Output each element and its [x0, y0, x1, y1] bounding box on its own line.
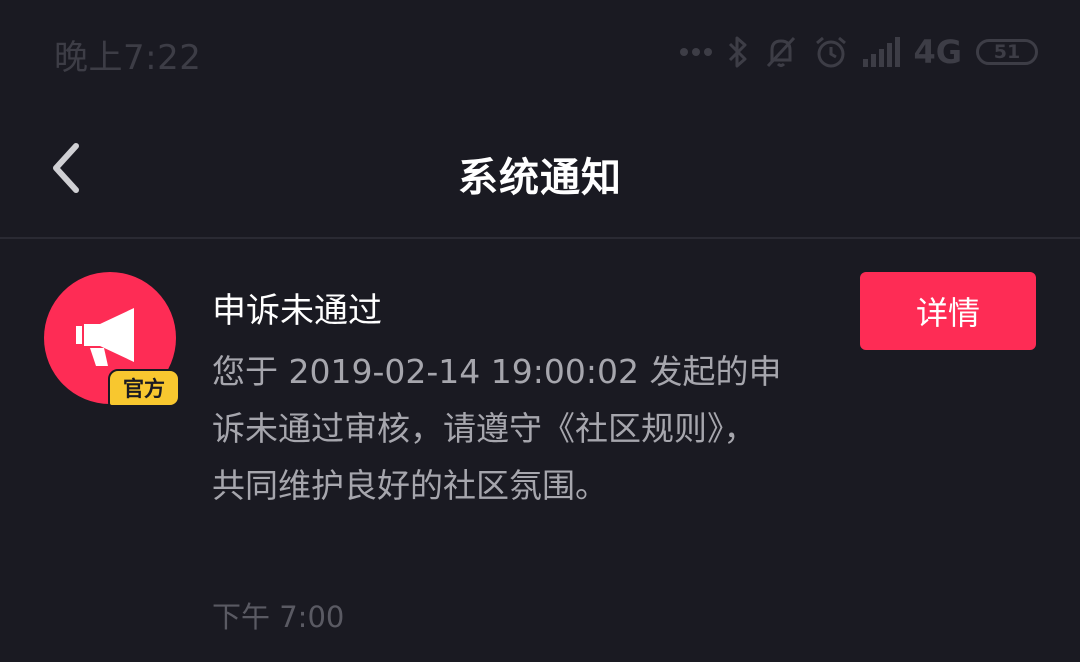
alarm-icon — [813, 34, 849, 70]
battery-icon: 51 — [976, 39, 1038, 65]
mute-icon — [763, 34, 799, 70]
bluetooth-icon — [727, 35, 749, 69]
battery-level: 51 — [993, 41, 1021, 63]
signal-icon — [863, 37, 903, 67]
megaphone-icon — [74, 304, 154, 378]
notification-item[interactable]: 官方 申诉未通过 您于 2019-02-14 19:00:02 发起的申诉未通过… — [0, 239, 1080, 662]
detail-button[interactable]: 详情 — [860, 272, 1036, 350]
page-title: 系统通知 — [458, 155, 622, 201]
nav-bar: 系统通知 — [0, 105, 1080, 239]
dots-icon — [679, 47, 713, 57]
status-icons: 4G 51 — [679, 30, 1038, 74]
notification-time: 下午 7:00 — [212, 600, 345, 634]
official-badge: 官方 — [108, 369, 180, 407]
notification-title: 申诉未通过 — [212, 291, 382, 331]
status-time: 晚上7:22 — [54, 38, 202, 78]
notification-body: 您于 2019-02-14 19:00:02 发起的申诉未通过审核，请遵守《社区… — [212, 352, 782, 505]
screen: 晚上7:22 4G 51 系统通知 官方 申诉未通过 您于 2019-02-14… — [0, 0, 1080, 662]
status-bar: 晚上7:22 4G 51 — [0, 0, 1080, 105]
network-label: 4G — [913, 33, 962, 71]
